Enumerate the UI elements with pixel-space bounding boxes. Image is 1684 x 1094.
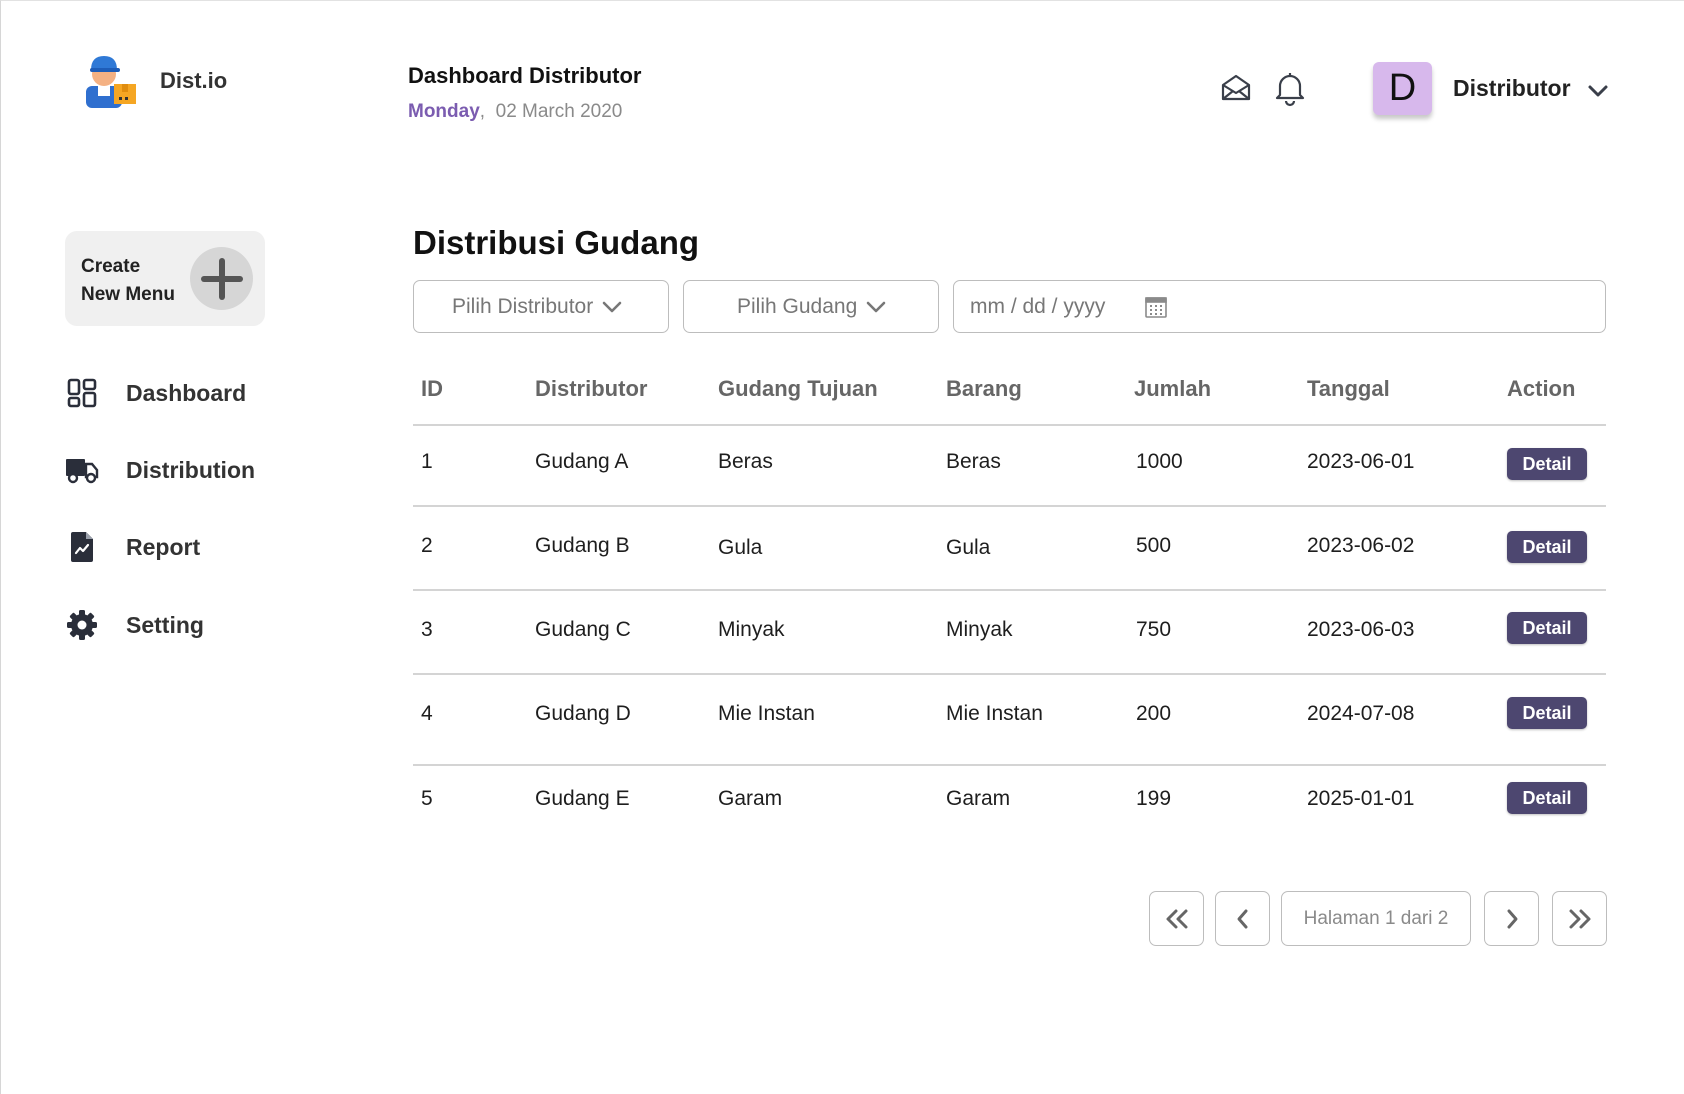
truck-icon — [65, 453, 99, 487]
cell-distributor: Gudang C — [535, 618, 631, 641]
cell-distributor: Gudang D — [535, 702, 631, 725]
page-indicator: Halaman 1 dari 2 — [1281, 891, 1471, 946]
double-chevron-right-icon — [1569, 909, 1590, 928]
sidebar-item-label: Setting — [126, 611, 204, 638]
column-header-id: ID — [421, 376, 443, 401]
column-header-action: Action — [1507, 376, 1576, 401]
sidebar-item-report[interactable]: Report — [65, 530, 200, 564]
column-header-barang: Barang — [946, 376, 1022, 401]
table-divider — [413, 589, 1606, 591]
date-input[interactable] — [970, 294, 1140, 319]
create-new-menu-label: Create New Menu — [81, 253, 191, 309]
report-icon — [65, 530, 99, 564]
cell-gudang-tujuan: Garam — [718, 787, 783, 810]
section-title: Distribusi Gudang — [413, 224, 700, 261]
cell-distributor: Gudang A — [535, 450, 629, 473]
column-header-jumlah: Jumlah — [1134, 376, 1212, 401]
column-header-tanggal: Tanggal — [1307, 376, 1390, 401]
cell-gudang-tujuan: Minyak — [718, 618, 785, 641]
cell-id: 2 — [421, 534, 433, 557]
cell-tanggal: 2023-06-02 — [1307, 534, 1415, 557]
detail-button[interactable]: Detail — [1507, 697, 1587, 729]
cell-tanggal: 2024-07-08 — [1307, 702, 1415, 725]
cell-id: 5 — [421, 787, 433, 810]
create-label-line2: New Menu — [81, 284, 175, 305]
sidebar-item-distribution[interactable]: Distribution — [65, 453, 255, 487]
chevron-left-icon — [1237, 909, 1247, 928]
detail-button[interactable]: Detail — [1507, 531, 1587, 563]
mail-icon[interactable] — [1218, 70, 1254, 106]
sidebar-item-label: Dashboard — [126, 379, 247, 406]
gudang-select-label: Pilih Gudang — [737, 294, 858, 318]
bell-icon[interactable] — [1270, 68, 1310, 108]
gear-icon — [65, 608, 99, 642]
create-new-menu-button[interactable]: Create New Menu — [65, 231, 265, 326]
sidebar-item-dashboard[interactable]: Dashboard — [65, 376, 246, 410]
header-day: Monday — [408, 101, 480, 122]
date-filter[interactable] — [953, 280, 1606, 333]
sidebar-item-label: Report — [126, 533, 201, 560]
cell-jumlah: 750 — [1136, 618, 1172, 641]
detail-button[interactable]: Detail — [1507, 612, 1587, 644]
cell-barang: Minyak — [946, 618, 1013, 641]
cell-tanggal: 2023-06-01 — [1307, 450, 1415, 473]
chevron-down-icon — [866, 301, 886, 312]
header-date-separator: , — [479, 101, 486, 122]
cell-distributor: Gudang E — [535, 787, 630, 810]
first-page-button[interactable] — [1149, 891, 1204, 946]
table-divider — [413, 764, 1606, 766]
cell-gudang-tujuan: Beras — [718, 450, 773, 473]
cell-tanggal: 2025-01-01 — [1307, 787, 1415, 810]
header-date-value: 02 March 2020 — [495, 101, 623, 122]
double-chevron-left-icon — [1166, 909, 1187, 928]
cell-jumlah: 1000 — [1136, 450, 1183, 473]
app-logo-text: Dist.io — [160, 68, 228, 93]
app-logo[interactable]: Dist.io — [78, 50, 227, 110]
header-date: Monday, 02 March 2020 — [408, 101, 622, 123]
cell-barang: Beras — [946, 450, 1001, 473]
cell-tanggal: 2023-06-03 — [1307, 618, 1415, 641]
gudang-select[interactable]: Pilih Gudang — [683, 280, 939, 333]
plus-icon — [190, 247, 253, 310]
grid-icon — [65, 376, 99, 410]
sidebar-item-setting[interactable]: Setting — [65, 608, 204, 642]
table-divider — [413, 424, 1606, 426]
distributor-select-label: Pilih Distributor — [452, 294, 594, 318]
user-name[interactable]: Distributor — [1453, 75, 1571, 102]
cell-id: 1 — [421, 450, 433, 473]
user-avatar[interactable]: D — [1373, 62, 1432, 115]
cell-jumlah: 200 — [1136, 702, 1172, 725]
calendar-icon[interactable] — [1144, 295, 1168, 319]
previous-page-button[interactable] — [1215, 891, 1270, 946]
delivery-person-logo-icon — [86, 56, 136, 108]
column-header-distributor: Distributor — [535, 376, 648, 401]
table-divider — [413, 505, 1606, 507]
cell-id: 3 — [421, 618, 433, 641]
last-page-button[interactable] — [1552, 891, 1607, 946]
detail-button[interactable]: Detail — [1507, 782, 1587, 814]
chevron-down-icon[interactable] — [1585, 78, 1611, 104]
next-page-button[interactable] — [1484, 891, 1539, 946]
chevron-down-icon — [602, 301, 622, 312]
page-header-title: Dashboard Distributor — [408, 63, 642, 88]
cell-id: 4 — [421, 702, 433, 725]
cell-distributor: Gudang B — [535, 534, 630, 557]
chevron-right-icon — [1507, 909, 1517, 928]
sidebar-item-label: Distribution — [126, 456, 256, 483]
table-divider — [413, 673, 1606, 675]
cell-jumlah: 500 — [1136, 534, 1172, 557]
cell-barang: Garam — [946, 787, 1011, 810]
cell-jumlah: 199 — [1136, 787, 1172, 810]
distributor-select[interactable]: Pilih Distributor — [413, 280, 669, 333]
column-header-gudang-tujuan: Gudang Tujuan — [718, 376, 878, 401]
cell-gudang-tujuan: Mie Instan — [718, 702, 815, 725]
cell-barang: Mie Instan — [946, 702, 1043, 725]
detail-button[interactable]: Detail — [1507, 448, 1587, 480]
cell-gudang-tujuan: Gula — [718, 536, 763, 559]
create-label-line1: Create — [81, 256, 141, 277]
cell-barang: Gula — [946, 536, 991, 559]
